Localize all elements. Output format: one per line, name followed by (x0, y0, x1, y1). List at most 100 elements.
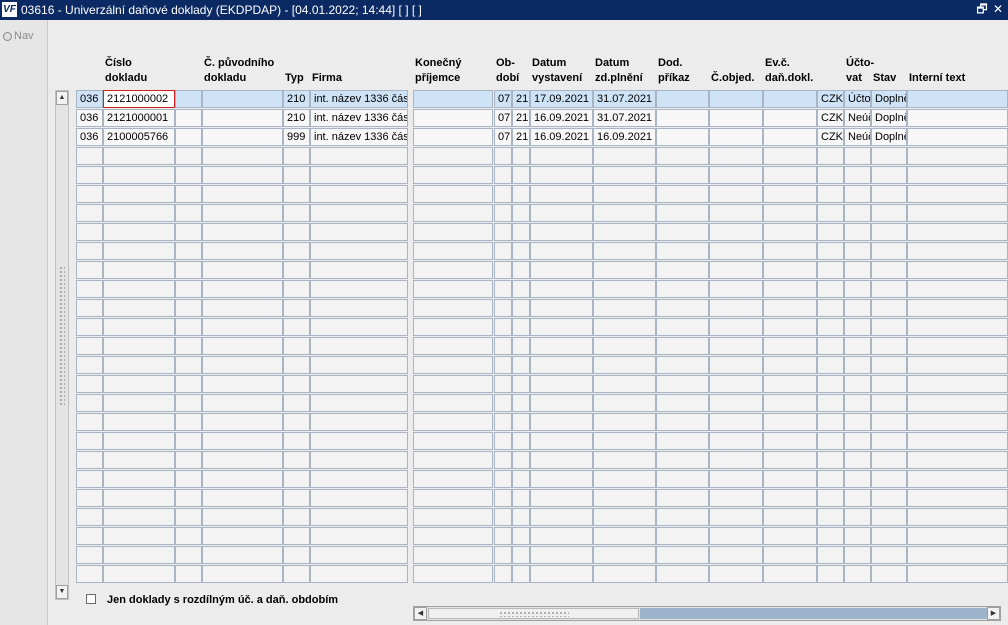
grid-cell-c12[interactable] (709, 337, 763, 355)
grid-cell-c17[interactable] (907, 223, 1008, 241)
grid-cell-c2[interactable] (175, 451, 202, 469)
grid-cell-c12[interactable] (709, 147, 763, 165)
grid-cell-c7[interactable] (494, 527, 512, 545)
grid-cell-c11[interactable] (656, 451, 709, 469)
grid-cell-c12[interactable] (709, 413, 763, 431)
grid-cell-c2[interactable] (175, 375, 202, 393)
grid-cell-c10[interactable] (593, 508, 656, 526)
grid-cell-c13[interactable] (763, 337, 817, 355)
grid-cell-c17[interactable] (907, 280, 1008, 298)
grid-cell-c6[interactable] (413, 280, 493, 298)
table-row[interactable] (76, 508, 1008, 527)
grid-cell-c6[interactable] (413, 489, 493, 507)
grid-cell-c10[interactable]: 31.07.2021 (593, 109, 656, 127)
grid-cell-c10[interactable] (593, 375, 656, 393)
grid-cell-c12[interactable] (709, 299, 763, 317)
grid-cell-c14[interactable] (817, 527, 844, 545)
grid-cell-c0[interactable]: 036 (76, 128, 103, 146)
grid-cell-c5[interactable] (310, 413, 408, 431)
grid-cell-c12[interactable] (709, 356, 763, 374)
grid-cell-c15[interactable] (844, 261, 871, 279)
grid-cell-c16[interactable] (871, 508, 907, 526)
grid-cell-c8[interactable] (512, 223, 530, 241)
scroll-down-icon[interactable]: ▼ (56, 585, 68, 599)
grid-cell-c5[interactable] (310, 185, 408, 203)
grid-cell-c0[interactable] (76, 546, 103, 564)
grid-cell-c9[interactable] (530, 318, 593, 336)
grid-cell-c6[interactable] (413, 565, 493, 583)
grid-cell-c13[interactable] (763, 299, 817, 317)
grid-cell-c11[interactable] (656, 337, 709, 355)
grid-cell-c2[interactable] (175, 432, 202, 450)
grid-cell-c16[interactable] (871, 185, 907, 203)
grid-cell-c1[interactable] (103, 470, 175, 488)
grid-cell-c16[interactable]: Doplně (871, 90, 907, 108)
grid-cell-c6[interactable] (413, 223, 493, 241)
grid-cell-c5[interactable] (310, 147, 408, 165)
grid-cell-c6[interactable] (413, 90, 493, 108)
grid-cell-c0[interactable]: 036 (76, 109, 103, 127)
grid-cell-c8[interactable] (512, 204, 530, 222)
grid-cell-c4[interactable]: 210 (283, 90, 310, 108)
grid-cell-c3[interactable] (202, 223, 283, 241)
grid-cell-c0[interactable] (76, 394, 103, 412)
grid-cell-c4[interactable] (283, 223, 310, 241)
grid-cell-c1[interactable] (103, 489, 175, 507)
grid-cell-c13[interactable] (763, 128, 817, 146)
grid-cell-c1[interactable] (103, 318, 175, 336)
grid-cell-c16[interactable] (871, 337, 907, 355)
grid-cell-c7[interactable] (494, 337, 512, 355)
grid-cell-c3[interactable] (202, 489, 283, 507)
grid-cell-c17[interactable] (907, 394, 1008, 412)
grid-cell-c0[interactable] (76, 242, 103, 260)
grid-cell-c11[interactable] (656, 242, 709, 260)
grid-cell-c16[interactable] (871, 394, 907, 412)
column-header-c7[interactable]: Ob-dobí (496, 56, 519, 86)
grid-cell-c12[interactable] (709, 565, 763, 583)
grid-cell-c13[interactable] (763, 109, 817, 127)
grid-cell-c16[interactable] (871, 451, 907, 469)
grid-cell-c1[interactable] (103, 375, 175, 393)
table-row[interactable] (76, 223, 1008, 242)
grid-cell-c16[interactable] (871, 223, 907, 241)
grid-cell-c2[interactable] (175, 223, 202, 241)
grid-cell-c15[interactable] (844, 413, 871, 431)
grid-cell-c4[interactable] (283, 147, 310, 165)
grid-cell-c16[interactable] (871, 546, 907, 564)
grid-cell-c6[interactable] (413, 527, 493, 545)
grid-cell-c16[interactable] (871, 565, 907, 583)
grid-cell-c4[interactable] (283, 204, 310, 222)
grid-cell-c9[interactable] (530, 508, 593, 526)
grid-cell-c0[interactable] (76, 223, 103, 241)
grid-cell-c12[interactable] (709, 242, 763, 260)
grid-cell-c16[interactable] (871, 375, 907, 393)
grid-cell-c3[interactable] (202, 470, 283, 488)
grid-cell-c0[interactable] (76, 356, 103, 374)
grid-cell-c2[interactable] (175, 166, 202, 184)
grid-cell-c16[interactable] (871, 318, 907, 336)
grid-cell-c7[interactable] (494, 299, 512, 317)
grid-cell-c0[interactable] (76, 299, 103, 317)
grid-cell-c2[interactable] (175, 261, 202, 279)
column-header-c6[interactable]: Konečný příjemce (415, 56, 461, 86)
grid-cell-c7[interactable] (494, 546, 512, 564)
grid-cell-c6[interactable] (413, 185, 493, 203)
table-row[interactable] (76, 185, 1008, 204)
grid-cell-c0[interactable] (76, 413, 103, 431)
grid-cell-c2[interactable] (175, 565, 202, 583)
grid-cell-c14[interactable] (817, 375, 844, 393)
grid-cell-c15[interactable]: Neúč (844, 109, 871, 127)
grid-cell-c1[interactable] (103, 565, 175, 583)
grid-cell-c6[interactable] (413, 470, 493, 488)
grid-cell-c5[interactable] (310, 565, 408, 583)
grid-cell-c8[interactable] (512, 166, 530, 184)
grid-cell-c12[interactable] (709, 128, 763, 146)
grid-cell-c6[interactable] (413, 299, 493, 317)
grid-cell-c5[interactable] (310, 337, 408, 355)
grid-cell-c0[interactable] (76, 337, 103, 355)
column-header-c17[interactable]: Interní text (909, 56, 965, 86)
grid-cell-c6[interactable] (413, 432, 493, 450)
column-header-c10[interactable]: Datum zd.plnění (595, 56, 643, 86)
grid-cell-c2[interactable] (175, 508, 202, 526)
grid-cell-c0[interactable] (76, 451, 103, 469)
